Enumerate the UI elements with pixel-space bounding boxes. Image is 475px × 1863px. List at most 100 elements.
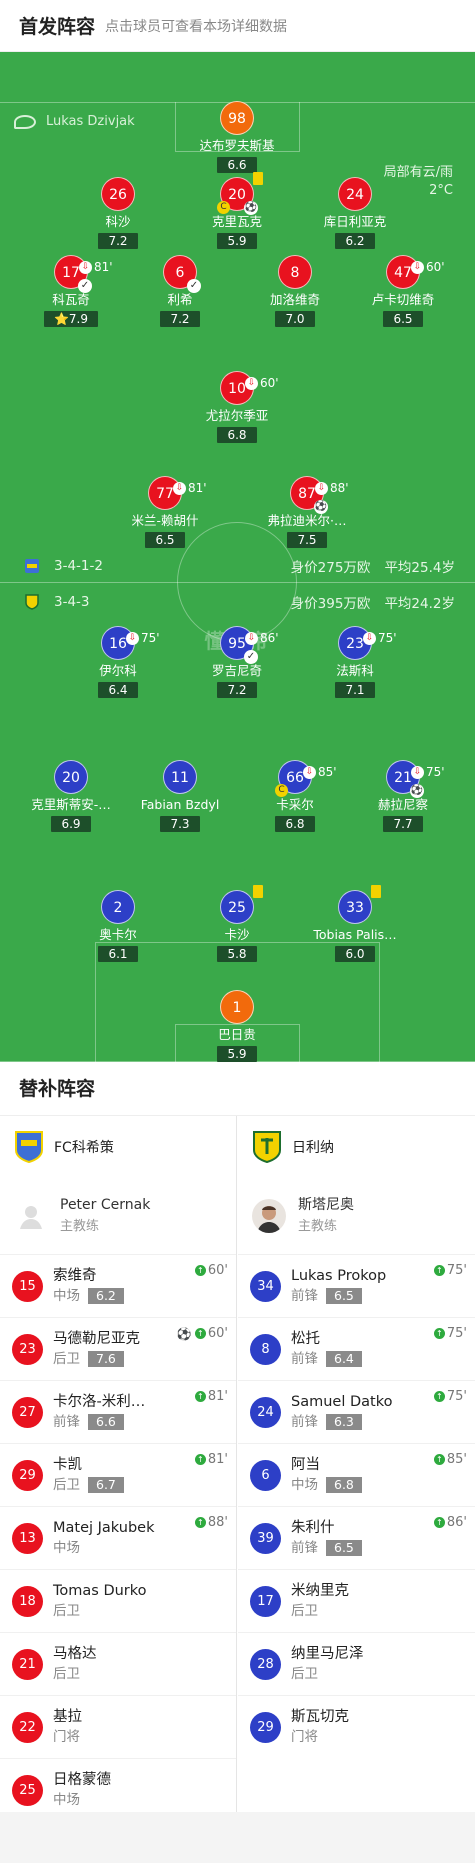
sub-player-rating: 6.6 — [88, 1414, 124, 1430]
player-name: 尤拉尔季亚 — [205, 408, 269, 423]
player-marker[interactable]: 47 ⇩ 60' 卢卡切维奇 6.5 — [323, 255, 475, 327]
away-formation: 3-4-3 — [54, 594, 90, 610]
yellow-card-icon — [253, 172, 263, 185]
away-coach[interactable]: 斯塔尼奥 主教练 — [238, 1178, 475, 1254]
sub-player-row[interactable]: 23 马德勒尼亚克 后卫 7.6 ⚽ ↑ 60' — [0, 1317, 236, 1380]
home-subs-list: 15 索维奇 中场 6.2 ↑ 60' 23 马德勒尼亚克 后卫 7.6 ⚽ ↑ 60' 27 卡尔洛-米利… — [0, 1254, 236, 1821]
sub-player-row[interactable]: 21 马格达 后卫 — [0, 1632, 236, 1695]
sub-number-circle: 27 — [12, 1396, 43, 1428]
home-coach[interactable]: Peter Cernak 主教练 — [0, 1178, 236, 1254]
player-number: 87 — [298, 486, 316, 502]
sub-player-row[interactable]: 13 Matej Jakubek 中场 ↑ 88' — [0, 1506, 236, 1569]
sub-player-row[interactable]: 6 阿当 中场 6.8 ↑ 85' — [238, 1443, 475, 1506]
player-rating: 6.4 — [98, 682, 138, 698]
player-marker[interactable]: 21 ⇩ 75' ⚽ 赫拉尼察 7.7 — [323, 760, 475, 832]
sub-on-indicator: ↑ 88' — [194, 1515, 228, 1530]
sub-number-circle: 28 — [250, 1648, 281, 1680]
player-rating: 5.9 — [217, 233, 257, 249]
sub-player-info: 索维奇 中场 6.2 — [53, 1266, 124, 1306]
player-name: 巴日贵 — [218, 1027, 256, 1042]
whistle-icon — [14, 114, 36, 129]
sub-player-name: 朱利什 — [291, 1520, 335, 1536]
sub-player-name: 日格蒙德 — [53, 1772, 111, 1788]
player-rating: 6.9 — [51, 816, 91, 832]
sub-off-icon: ⇩ — [245, 376, 258, 390]
sub-player-row[interactable]: 17 米纳里克 后卫 — [238, 1569, 475, 1632]
sub-minute: 60' — [260, 376, 279, 390]
player-number: 16 — [109, 636, 127, 652]
goal-ball-icon: ⚽ — [314, 500, 328, 514]
player-marker[interactable]: 1 巴日贵 5.9 — [157, 990, 317, 1062]
sub-off-indicator: ⇩ 60' — [411, 250, 445, 284]
subs-panel: FC科希策 Peter Cernak 主教练 15 索维奇 中场 6.2 ↑ 60' 23 马… — [0, 1116, 475, 1812]
sub-player-name: 马格达 — [53, 1646, 97, 1662]
player-rating: 6.5 — [383, 311, 423, 327]
player-name: Tobias Palis… — [313, 927, 397, 942]
sub-player-row[interactable]: 34 Lukas Prokop 前锋 6.5 ↑ 75' — [238, 1254, 475, 1317]
sub-on-minute: 60' — [207, 1263, 228, 1278]
player-marker[interactable]: 33 Tobias Palis… 6.0 — [275, 885, 435, 962]
player-rating: ⭐7.9 — [43, 311, 99, 327]
home-team-name: FC科希策 — [54, 1140, 114, 1156]
sub-minute: 81' — [188, 481, 207, 495]
player-marker[interactable]: 10 ⇩ 60' 尤拉尔季亚 6.8 — [157, 371, 317, 443]
sub-on-minute: 86' — [446, 1515, 467, 1530]
player-number: 98 — [228, 111, 246, 127]
sub-player-row[interactable]: 8 松托 前锋 6.4 ↑ 75' — [238, 1317, 475, 1380]
sub-off-indicator: ⇩ 60' — [245, 366, 279, 400]
sub-player-row[interactable]: 28 纳里马尼泽 后卫 — [238, 1632, 475, 1695]
sub-player-info: 朱利什 前锋 6.5 — [291, 1518, 362, 1558]
sub-player-row[interactable]: 18 Tomas Durko 后卫 — [0, 1569, 236, 1632]
subs-title: 替补阵容 — [0, 1062, 475, 1116]
sub-player-info: 日格蒙德 中场 — [53, 1770, 111, 1810]
player-name: 达布罗夫斯基 — [199, 138, 275, 153]
sub-player-info: 马格达 后卫 — [53, 1644, 97, 1684]
away-team-logo-icon — [25, 594, 39, 610]
sub-number-circle: 24 — [250, 1396, 281, 1428]
sub-player-info: Samuel Datko 前锋 6.3 — [291, 1392, 392, 1432]
player-marker[interactable]: 98 达布罗夫斯基 6.6 — [157, 101, 317, 173]
away-team-header: 日利纳 — [238, 1116, 475, 1178]
player-marker[interactable]: 77 ⇩ 81' 米兰-赖胡什 6.5 — [85, 476, 245, 548]
player-number: 23 — [346, 636, 364, 652]
sub-player-name: 斯瓦切克 — [291, 1709, 349, 1725]
home-subs-column: FC科希策 Peter Cernak 主教练 15 索维奇 中场 6.2 ↑ 60' 23 马… — [0, 1116, 237, 1812]
sub-player-position: 前锋 — [291, 1414, 318, 1430]
sub-player-row[interactable]: 39 朱利什 前锋 6.5 ↑ 86' — [238, 1506, 475, 1569]
sub-on-icon: ↑ — [194, 1328, 206, 1339]
sub-player-position-row: 后卫 7.6 — [53, 1349, 140, 1369]
player-number: 47 — [394, 265, 412, 281]
sub-player-row[interactable]: 29 卡凯 后卫 6.7 ↑ 81' — [0, 1443, 236, 1506]
sub-player-position: 中场 — [53, 1792, 80, 1808]
sub-player-rating: 6.5 — [326, 1288, 362, 1304]
sub-number-circle: 29 — [12, 1459, 43, 1491]
away-value: 身价395万欧 — [290, 596, 371, 612]
sub-on-minute: 81' — [207, 1452, 228, 1467]
player-marker[interactable]: 24 库日利亚克 6.2 — [275, 177, 435, 249]
assist-icon: ✓ — [78, 279, 92, 293]
sub-player-name: Samuel Datko — [291, 1394, 393, 1410]
player-number: 10 — [228, 381, 246, 397]
player-marker[interactable]: 87 ⇩ 88' ⚽ 弗拉迪米尔·… 7.5 — [227, 476, 387, 548]
captain-badge: C — [275, 784, 288, 797]
player-number-circle: 6 ✓ — [163, 255, 201, 293]
sub-off-indicator: ⇩ 75' — [126, 621, 160, 655]
referee-name: Lukas Dzivjak — [46, 114, 135, 129]
sub-player-name: Tomas Durko — [53, 1583, 147, 1599]
sub-player-row[interactable]: 29 斯瓦切克 门将 — [238, 1695, 475, 1758]
sub-player-position-row: 中场 6.2 — [53, 1286, 124, 1306]
sub-player-position: 后卫 — [53, 1477, 80, 1493]
sub-player-info: 阿当 中场 6.8 — [291, 1455, 362, 1495]
sub-player-row[interactable]: 22 基拉 门将 — [0, 1695, 236, 1758]
player-rating: 7.2 — [160, 311, 200, 327]
player-number-circle: 16 ⇩ 75' — [101, 626, 160, 660]
sub-number-circle: 39 — [250, 1522, 281, 1554]
player-number: 25 — [228, 900, 246, 916]
pitch: Lukas Dzivjak 局部有云/雨 2°C 3-4-1-2 身价275万欧… — [0, 52, 475, 1062]
sub-player-row[interactable]: 15 索维奇 中场 6.2 ↑ 60' — [0, 1254, 236, 1317]
player-number: 24 — [346, 187, 364, 203]
sub-player-row[interactable]: 24 Samuel Datko 前锋 6.3 ↑ 75' — [238, 1380, 475, 1443]
sub-player-position-row: 后卫 6.7 — [53, 1475, 124, 1495]
sub-player-row[interactable]: 27 卡尔洛-米利… 前锋 6.6 ↑ 81' — [0, 1380, 236, 1443]
player-marker[interactable]: 23 ⇩ 75' 法斯科 7.1 — [275, 626, 435, 698]
